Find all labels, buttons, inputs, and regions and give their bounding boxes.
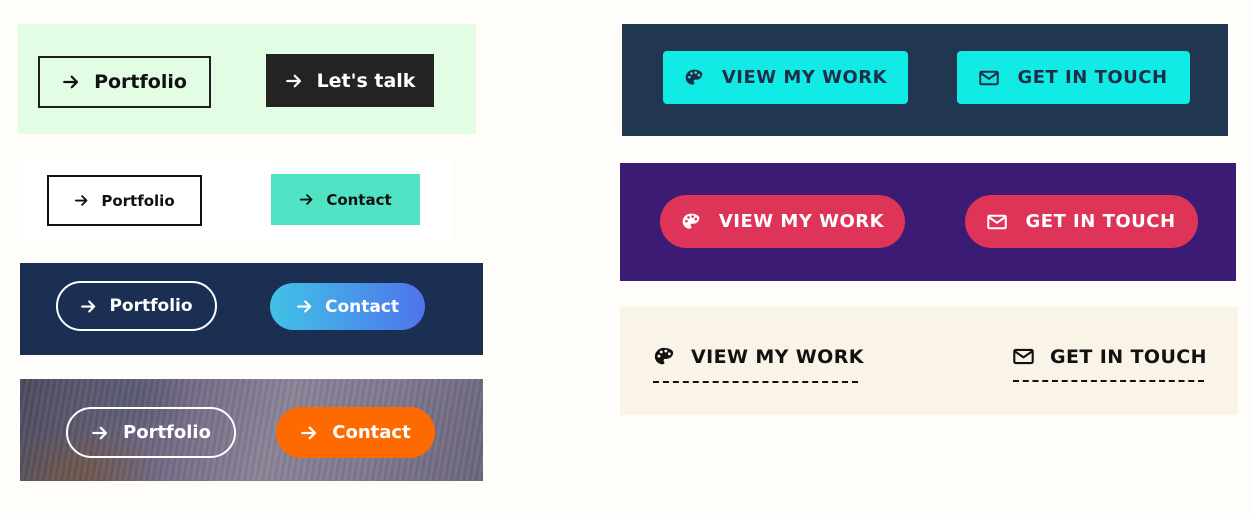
palette-icon xyxy=(684,68,704,88)
envelope-icon xyxy=(1013,348,1034,365)
arrow-right-icon xyxy=(299,192,314,207)
portfolio-button[interactable]: Portfolio xyxy=(66,407,236,458)
arrow-right-icon xyxy=(300,424,318,442)
portfolio-button[interactable]: Portfolio xyxy=(47,175,202,226)
arrow-right-icon xyxy=(62,73,80,91)
contact-button-label: Contact xyxy=(326,190,392,209)
button-set-cream: VIEW MY WORK GET IN TOUCH xyxy=(620,307,1238,415)
view-my-work-link[interactable]: VIEW MY WORK xyxy=(653,337,863,383)
palette-icon xyxy=(653,346,675,368)
contact-button[interactable]: Contact xyxy=(271,174,420,225)
button-set-slate: VIEW MY WORK GET IN TOUCH xyxy=(622,24,1228,136)
portfolio-button-label: Portfolio xyxy=(123,422,211,443)
get-in-touch-link[interactable]: GET IN TOUCH xyxy=(1013,337,1207,382)
view-my-work-button[interactable]: VIEW MY WORK xyxy=(660,195,905,248)
arrow-right-icon xyxy=(74,193,89,208)
contact-button[interactable]: Contact xyxy=(276,407,435,458)
arrow-right-icon xyxy=(91,424,109,442)
button-set-photo: Portfolio Contact xyxy=(20,379,483,481)
portfolio-button-label: Portfolio xyxy=(94,71,187,93)
lets-talk-button-label: Let's talk xyxy=(316,69,416,92)
contact-button[interactable]: Contact xyxy=(270,283,425,330)
button-set-mint: Portfolio Let's talk xyxy=(18,24,476,134)
get-in-touch-label: GET IN TOUCH xyxy=(1017,67,1168,88)
button-set-purple: VIEW MY WORK GET IN TOUCH xyxy=(620,163,1236,281)
portfolio-button[interactable]: Portfolio xyxy=(56,281,217,331)
arrow-right-icon xyxy=(80,298,97,315)
view-my-work-label: VIEW MY WORK xyxy=(718,211,885,232)
portfolio-button-label: Portfolio xyxy=(101,191,175,210)
lets-talk-button[interactable]: Let's talk xyxy=(266,54,434,107)
envelope-icon xyxy=(987,214,1008,230)
contact-button-label: Contact xyxy=(324,296,400,317)
view-my-work-label: VIEW MY WORK xyxy=(721,67,888,88)
palette-icon xyxy=(681,212,701,232)
view-my-work-label: VIEW MY WORK xyxy=(691,346,864,368)
arrow-right-icon xyxy=(296,298,313,315)
button-set-white: Portfolio Contact xyxy=(22,158,452,242)
view-my-work-button[interactable]: VIEW MY WORK xyxy=(663,51,908,104)
button-set-navy: Portfolio Contact xyxy=(20,263,483,355)
get-in-touch-button[interactable]: GET IN TOUCH xyxy=(957,51,1190,104)
arrow-right-icon xyxy=(285,72,303,90)
portfolio-button-label: Portfolio xyxy=(109,296,193,316)
portfolio-button[interactable]: Portfolio xyxy=(38,56,211,108)
get-in-touch-label: GET IN TOUCH xyxy=(1050,345,1207,368)
contact-button-label: Contact xyxy=(332,422,411,443)
envelope-icon xyxy=(979,70,1000,86)
get-in-touch-button[interactable]: GET IN TOUCH xyxy=(965,195,1198,248)
get-in-touch-label: GET IN TOUCH xyxy=(1025,211,1176,232)
